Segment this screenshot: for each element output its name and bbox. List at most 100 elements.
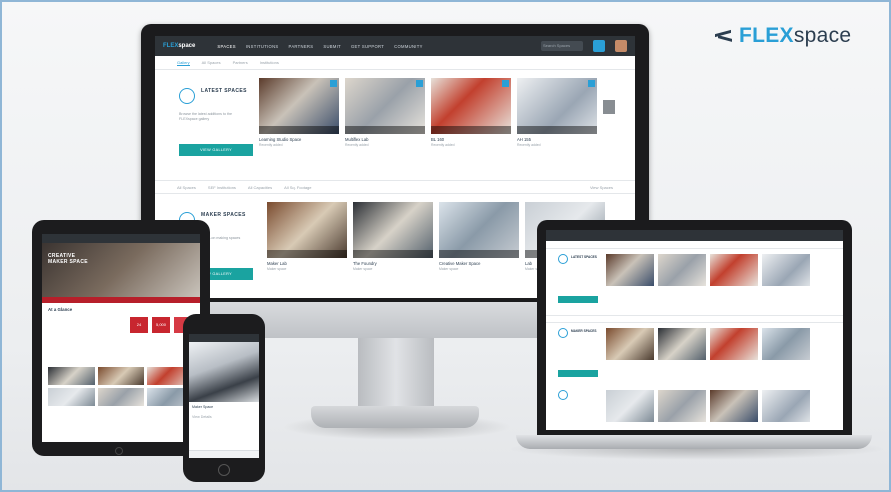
card-subtitle: Recently added — [345, 143, 369, 147]
card-subtitle: Maker space — [267, 267, 287, 271]
space-card[interactable] — [658, 328, 706, 385]
home-button[interactable] — [115, 447, 123, 455]
space-card[interactable] — [658, 390, 706, 430]
filter-all-spaces[interactable]: All Spaces — [177, 185, 196, 190]
laptop-maker-section: MAKER SPACES — [546, 323, 843, 385]
space-thumbnail — [345, 78, 425, 134]
favorite-icon[interactable] — [588, 80, 595, 87]
space-card[interactable] — [710, 254, 758, 311]
space-card[interactable] — [606, 328, 654, 385]
favorite-icon[interactable] — [416, 80, 423, 87]
space-card[interactable] — [658, 254, 706, 311]
card-title: BL 160 — [431, 137, 445, 142]
view-spaces-link[interactable]: View Spaces — [590, 185, 613, 190]
card-stats — [353, 250, 433, 258]
laptop-latest-section: LATEST SPACES — [546, 249, 843, 311]
card-stats — [267, 250, 347, 258]
space-card[interactable] — [762, 328, 810, 385]
view-gallery-button[interactable] — [558, 370, 598, 377]
view-gallery-button[interactable] — [558, 296, 598, 303]
space-card[interactable]: Learning Studio Space Recently added — [259, 78, 339, 178]
details-heading: At a Glance — [48, 307, 73, 312]
gallery-icon — [179, 88, 195, 104]
space-card[interactable]: Maker Lab Maker space — [267, 202, 347, 298]
tab-partners[interactable]: Partners — [233, 60, 248, 65]
promo-frame: FLEXspace FLEXspace Spaces Institutions … — [0, 0, 891, 492]
space-thumbnail — [431, 78, 511, 134]
nav-item-support[interactable]: Get Support — [351, 44, 384, 49]
filter-institutions[interactable]: SEF Institutions — [208, 185, 236, 190]
filter-bar: All Spaces SEF Institutions All Capaciti… — [155, 180, 635, 194]
card-stats — [345, 126, 425, 134]
tab-gallery[interactable]: Gallery — [177, 60, 190, 66]
card-title: AH 155 — [517, 137, 531, 142]
card-title: Learning Studio Space — [259, 137, 302, 142]
gallery-thumb[interactable] — [48, 388, 95, 406]
phone-screen: Maker Space View Details — [189, 334, 259, 458]
gallery-thumb[interactable] — [97, 388, 145, 406]
space-card[interactable] — [710, 390, 758, 430]
gallery-thumb[interactable] — [48, 367, 95, 385]
phone-subtitle[interactable]: View Details — [189, 412, 259, 422]
filter-capacities[interactable]: All Capacities — [248, 185, 272, 190]
favorite-icon[interactable] — [330, 80, 337, 87]
phone-nav-bar — [189, 334, 259, 342]
favorite-icon[interactable] — [502, 80, 509, 87]
flexspace-logo: FLEXspace — [715, 24, 851, 48]
section-icon — [558, 390, 568, 400]
view-gallery-button[interactable]: VIEW GALLERY — [179, 144, 253, 156]
nav-item-institutions[interactable]: Institutions — [246, 44, 279, 49]
phone-space-image — [189, 342, 259, 402]
space-card[interactable]: AH 155 Recently added — [517, 78, 597, 178]
card-stats — [259, 126, 339, 134]
space-card[interactable]: Multiflex Lab Recently added — [345, 78, 425, 178]
space-card[interactable] — [606, 390, 654, 430]
space-thumbnail — [259, 78, 339, 134]
card-stats — [517, 126, 597, 134]
phone-tab-bar[interactable] — [189, 450, 259, 458]
search-icon[interactable] — [593, 40, 605, 52]
hero-title: CREATIVE MAKER SPACE — [48, 253, 88, 265]
monitor-base — [311, 406, 479, 428]
space-card[interactable]: Creative Maker Space Maker space — [439, 202, 519, 298]
section-title: MAKER SPACES — [201, 212, 246, 218]
card-title: Multiflex Lab — [345, 137, 369, 142]
tab-all-spaces[interactable]: All Spaces — [202, 60, 221, 65]
section-description: Browse the latest additions to the FLEXs… — [179, 112, 232, 121]
nav-item-partners[interactable]: Partners — [289, 44, 314, 49]
space-card[interactable] — [762, 390, 810, 430]
space-card[interactable] — [606, 254, 654, 311]
carousel-next-arrow-icon[interactable] — [603, 100, 615, 114]
home-button[interactable] — [218, 464, 230, 476]
nav-item-submit[interactable]: Submit — [323, 44, 341, 49]
phone: Maker Space View Details — [183, 314, 265, 482]
space-card[interactable]: The Foundry Maker space — [353, 202, 433, 298]
tab-institutions[interactable]: Institutions — [260, 60, 279, 65]
space-card[interactable] — [762, 254, 810, 311]
gallery-subtabs: Gallery All Spaces Partners Institutions — [155, 56, 635, 70]
section-title: MAKER SPACES — [571, 329, 597, 333]
laptop-filter-bar — [546, 315, 843, 323]
card-stats — [431, 126, 511, 134]
section-title: LATEST SPACES — [201, 88, 247, 94]
space-thumbnail — [439, 202, 519, 258]
nav-item-spaces[interactable]: Spaces — [217, 44, 235, 49]
laptop-subtabs — [546, 241, 843, 249]
card-subtitle: Maker space — [353, 267, 373, 271]
space-thumbnail — [353, 202, 433, 258]
tablet-nav-bar — [42, 234, 200, 243]
space-card[interactable]: BL 160 Recently added — [431, 78, 511, 178]
nav-brand[interactable]: FLEXspace — [163, 43, 195, 49]
latest-spaces-section: LATEST SPACES Browse the latest addition… — [155, 70, 635, 178]
search-input[interactable]: Search Spaces — [541, 41, 583, 51]
avatar[interactable] — [615, 40, 627, 52]
nav-item-community[interactable]: Community — [394, 44, 423, 49]
card-subtitle: Recently added — [259, 143, 283, 147]
laptop-screen: LATEST SPACES MAKER SPACES — [546, 230, 843, 430]
space-card[interactable] — [710, 328, 758, 385]
filter-footage[interactable]: All Sq. Footage — [284, 185, 311, 190]
stat-box: 24 — [130, 317, 148, 333]
card-title: The Foundry — [353, 261, 377, 266]
gallery-thumb[interactable] — [97, 367, 145, 385]
card-title: Creative Maker Space — [439, 261, 481, 266]
